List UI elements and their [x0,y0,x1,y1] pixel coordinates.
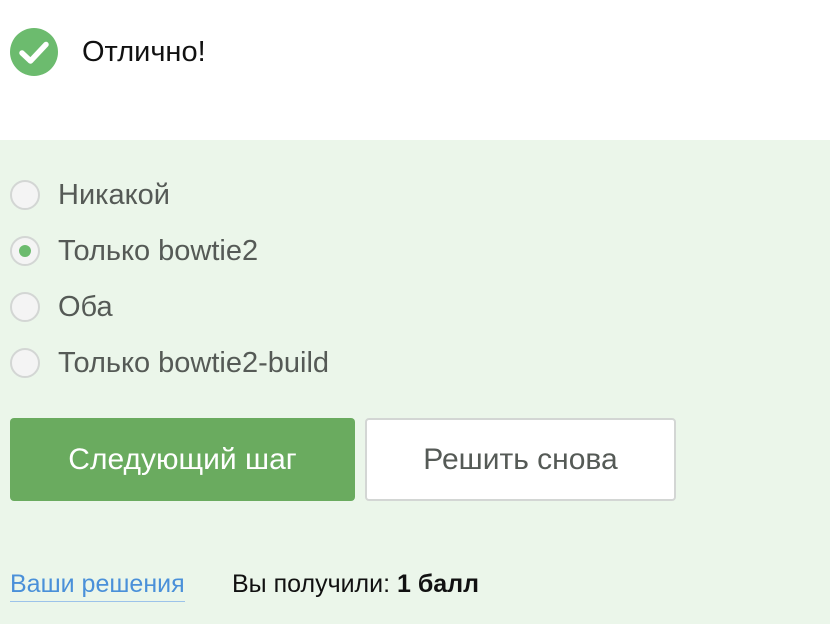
option-both[interactable]: Оба [10,289,113,325]
option-only-bowtie2[interactable]: Только bowtie2 [10,233,258,269]
feedback-header: Отлично! [0,0,830,140]
score-text: Вы получили: 1 балл [232,567,479,601]
score-prefix: Вы получили: [232,570,398,598]
option-none[interactable]: Никакой [10,177,170,213]
radio-button[interactable] [10,348,40,378]
check-circle-icon [10,28,58,76]
feedback-text: Отлично! [82,36,206,68]
option-label: Оба [58,290,113,323]
your-solutions-link[interactable]: Ваши решения [10,567,185,602]
solve-again-button[interactable]: Решить снова [365,418,676,501]
radio-button[interactable] [10,180,40,210]
option-label: Только bowtie2-build [58,346,330,379]
option-label: Только bowtie2 [58,234,259,267]
option-only-bowtie2-build[interactable]: Только bowtie2-build [10,345,329,381]
radio-button[interactable] [10,292,40,322]
score-value: 1 балл [397,570,479,598]
next-step-button[interactable]: Следующий шаг [10,418,355,501]
radio-button-selected[interactable] [10,236,40,266]
option-label: Никакой [58,178,170,211]
